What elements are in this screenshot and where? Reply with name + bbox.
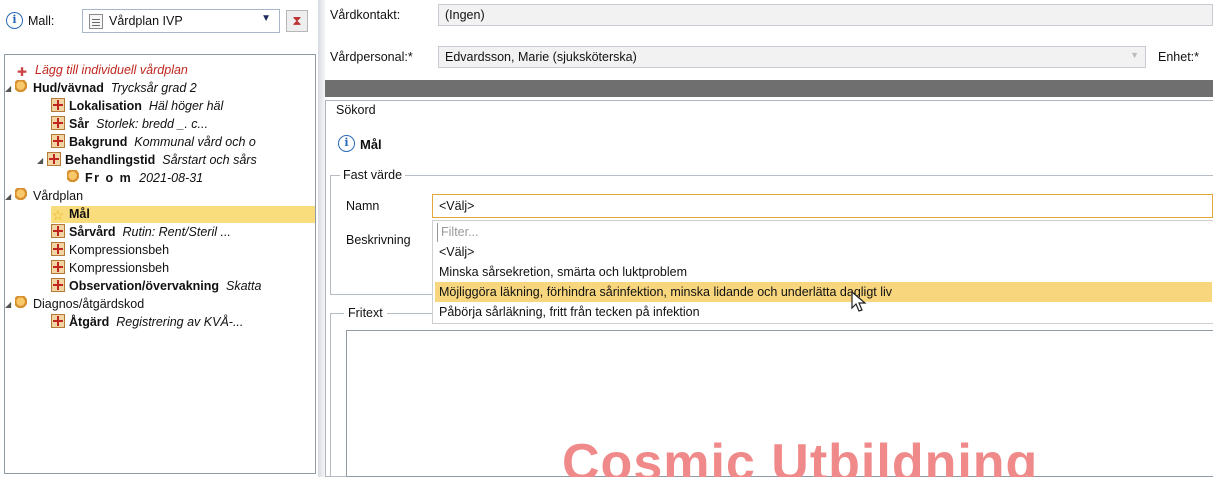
tree-item-diagnos[interactable]: ◢ Diagnos/åtgärdskod [5, 296, 144, 313]
star-icon: ☆ [51, 207, 65, 223]
term-icon [51, 98, 65, 112]
term-icon [51, 314, 65, 328]
tree-item-detail: Trycksår grad 2 [110, 81, 197, 95]
tree-item-label: Observation/övervakning [69, 279, 220, 293]
tree-item-detail: Sårstart och sårs [162, 153, 257, 167]
tree-item-label: Sårvård [69, 225, 116, 239]
template-document-icon [89, 14, 103, 29]
term-icon [51, 278, 65, 292]
watermark-text: Cosmic Utbildning [562, 434, 1039, 477]
group-icon [15, 296, 29, 310]
tree-item-detail: Registrering av KVÅ-... [116, 315, 244, 329]
tree-item-label: Hud/vävnad [33, 81, 104, 95]
group-icon [15, 80, 29, 94]
tree-item-label: Lokalisation [69, 99, 142, 113]
vardkontakt-field[interactable]: (Ingen) [438, 4, 1213, 26]
tree-item-detail: 2021-08-31 [139, 171, 204, 185]
dropdown-option-highlighted[interactable]: Möjliggöra läkning, förhindra sårinfekti… [435, 282, 1212, 302]
splitter[interactable] [318, 0, 325, 477]
term-icon [51, 260, 65, 274]
tree-item-label: Kompressionsbeh [69, 243, 170, 257]
section-toolbar [325, 80, 1213, 97]
tree-item-label: Diagnos/åtgärdskod [33, 297, 145, 311]
vardpersonal-field[interactable]: Edvardsson, Marie (sjuksköterska) ▼ [438, 46, 1146, 68]
term-icon [51, 116, 65, 130]
tree-item-label: Behandlingstid [65, 153, 156, 167]
tree-item-detail: Rutin: Rent/Steril ... [122, 225, 231, 239]
mall-select[interactable]: Vårdplan IVP ▼ [82, 9, 280, 33]
tree-item-label: Kompressionsbeh [69, 261, 170, 275]
chevron-down-icon: ▼ [1130, 50, 1139, 60]
tree-item-mal[interactable]: ☆ Mål [51, 206, 315, 223]
mall-select-value: Vårdplan IVP [109, 14, 183, 28]
mall-row: i Mall: Vårdplan IVP ▼ ⧗ [4, 6, 316, 36]
tree-item-label: Bakgrund [69, 135, 128, 149]
mouse-pointer-icon [851, 291, 867, 312]
tree-item-kompression-2[interactable]: Kompressionsbeh [51, 260, 169, 277]
dropdown-option[interactable]: <Välj> [435, 242, 1212, 262]
dropdown-filter-input[interactable]: Filter... [437, 223, 1213, 242]
dropdown-option[interactable]: Minska sårsekretion, smärta och luktprob… [435, 262, 1212, 282]
mal-heading: Mål [360, 137, 382, 152]
enhet-label: Enhet:* [1158, 50, 1200, 64]
tree-item-sarvard[interactable]: Sårvård Rutin: Rent/Steril ... [51, 224, 231, 241]
tree-item-sar[interactable]: Sår Storlek: bredd _. c... [51, 116, 208, 133]
tree-item-label: Åtgärd [69, 315, 110, 329]
tree-item-label: Sår [69, 117, 90, 131]
tree-item-behandlingstid[interactable]: ◢ Behandlingstid Sårstart och sårs [37, 152, 257, 169]
namn-label: Namn [346, 199, 380, 213]
chevron-down-icon: ▼ [261, 13, 271, 24]
term-icon [51, 224, 65, 238]
vardpersonal-value: Edvardsson, Marie (sjuksköterska) [445, 50, 637, 64]
collapse-icon[interactable]: ◢ [5, 188, 15, 205]
fast-varde-label: Fast värde [340, 168, 406, 182]
tree-item-kompression-1[interactable]: Kompressionsbeh [51, 242, 169, 259]
fritext-label: Fritext [344, 306, 387, 320]
care-plan-tree[interactable]: ✚ Lägg till individuell vårdplan ◢ Hud/väv… [4, 54, 316, 474]
tree-item-label: Lägg till individuell vårdplan [35, 63, 188, 77]
tree-item-detail: Häl höger häl [148, 99, 224, 113]
group-icon [15, 188, 29, 202]
tree-item-detail: Storlek: bredd _. c... [96, 117, 208, 131]
beskrivning-label: Beskrivning [346, 233, 411, 247]
tree-item-detail: Skatta [226, 279, 262, 293]
hourglass-button[interactable]: ⧗ [286, 10, 308, 32]
group-icon [67, 170, 81, 184]
term-icon [47, 152, 61, 166]
mall-label: Mall: [28, 14, 55, 28]
term-icon [51, 134, 65, 148]
info-icon: i [6, 12, 23, 29]
tree-item-add-plan[interactable]: ✚ Lägg till individuell vårdplan [17, 62, 188, 79]
sokord-label: Sökord [336, 103, 376, 117]
tree-item-atgard[interactable]: Åtgärd Registrering av KVÅ-... [51, 314, 243, 331]
namn-dropdown-list[interactable]: Filter... <Välj> Minska sårsekretion, sm… [432, 220, 1213, 324]
tree-item-label: Fr o m [85, 171, 133, 185]
vardkontakt-label: Vårdkontakt: [330, 8, 401, 22]
template-pane: i Mall: Vårdplan IVP ▼ ⧗ ✚ Lägg till indi… [0, 0, 318, 477]
tree-item-observation[interactable]: Observation/övervakning Skatta [51, 278, 261, 295]
term-icon [51, 242, 65, 256]
vardpersonal-label: Vårdpersonal:* [330, 50, 413, 64]
tree-item-label: Mål [69, 207, 90, 221]
tree-item-lokalisation[interactable]: Lokalisation Häl höger häl [51, 98, 223, 115]
vardkontakt-value: (Ingen) [445, 8, 485, 22]
dropdown-option[interactable]: Påbörja sårläkning, fritt från tecken på… [435, 302, 1212, 322]
tree-item-vardplan[interactable]: ◢ Vårdplan [5, 188, 83, 205]
add-plan-icon: ✚ [17, 65, 28, 79]
collapse-icon[interactable]: ◢ [5, 296, 15, 313]
namn-select[interactable]: <Välj> [432, 194, 1213, 218]
hourglass-icon: ⧗ [292, 13, 302, 28]
tree-item-label: Vårdplan [33, 189, 84, 203]
namn-select-value: <Välj> [439, 199, 475, 213]
tree-item-hud[interactable]: ◢ Hud/vävnad Trycksår grad 2 [5, 80, 197, 97]
info-icon: i [338, 135, 355, 152]
collapse-icon[interactable]: ◢ [37, 152, 47, 169]
tree-item-detail: Kommunal vård och o [134, 135, 256, 149]
collapse-icon[interactable]: ◢ [5, 80, 15, 97]
tree-item-from[interactable]: Fr o m 2021-08-31 [67, 170, 203, 187]
tree-item-bakgrund[interactable]: Bakgrund Kommunal vård och o [51, 134, 256, 151]
